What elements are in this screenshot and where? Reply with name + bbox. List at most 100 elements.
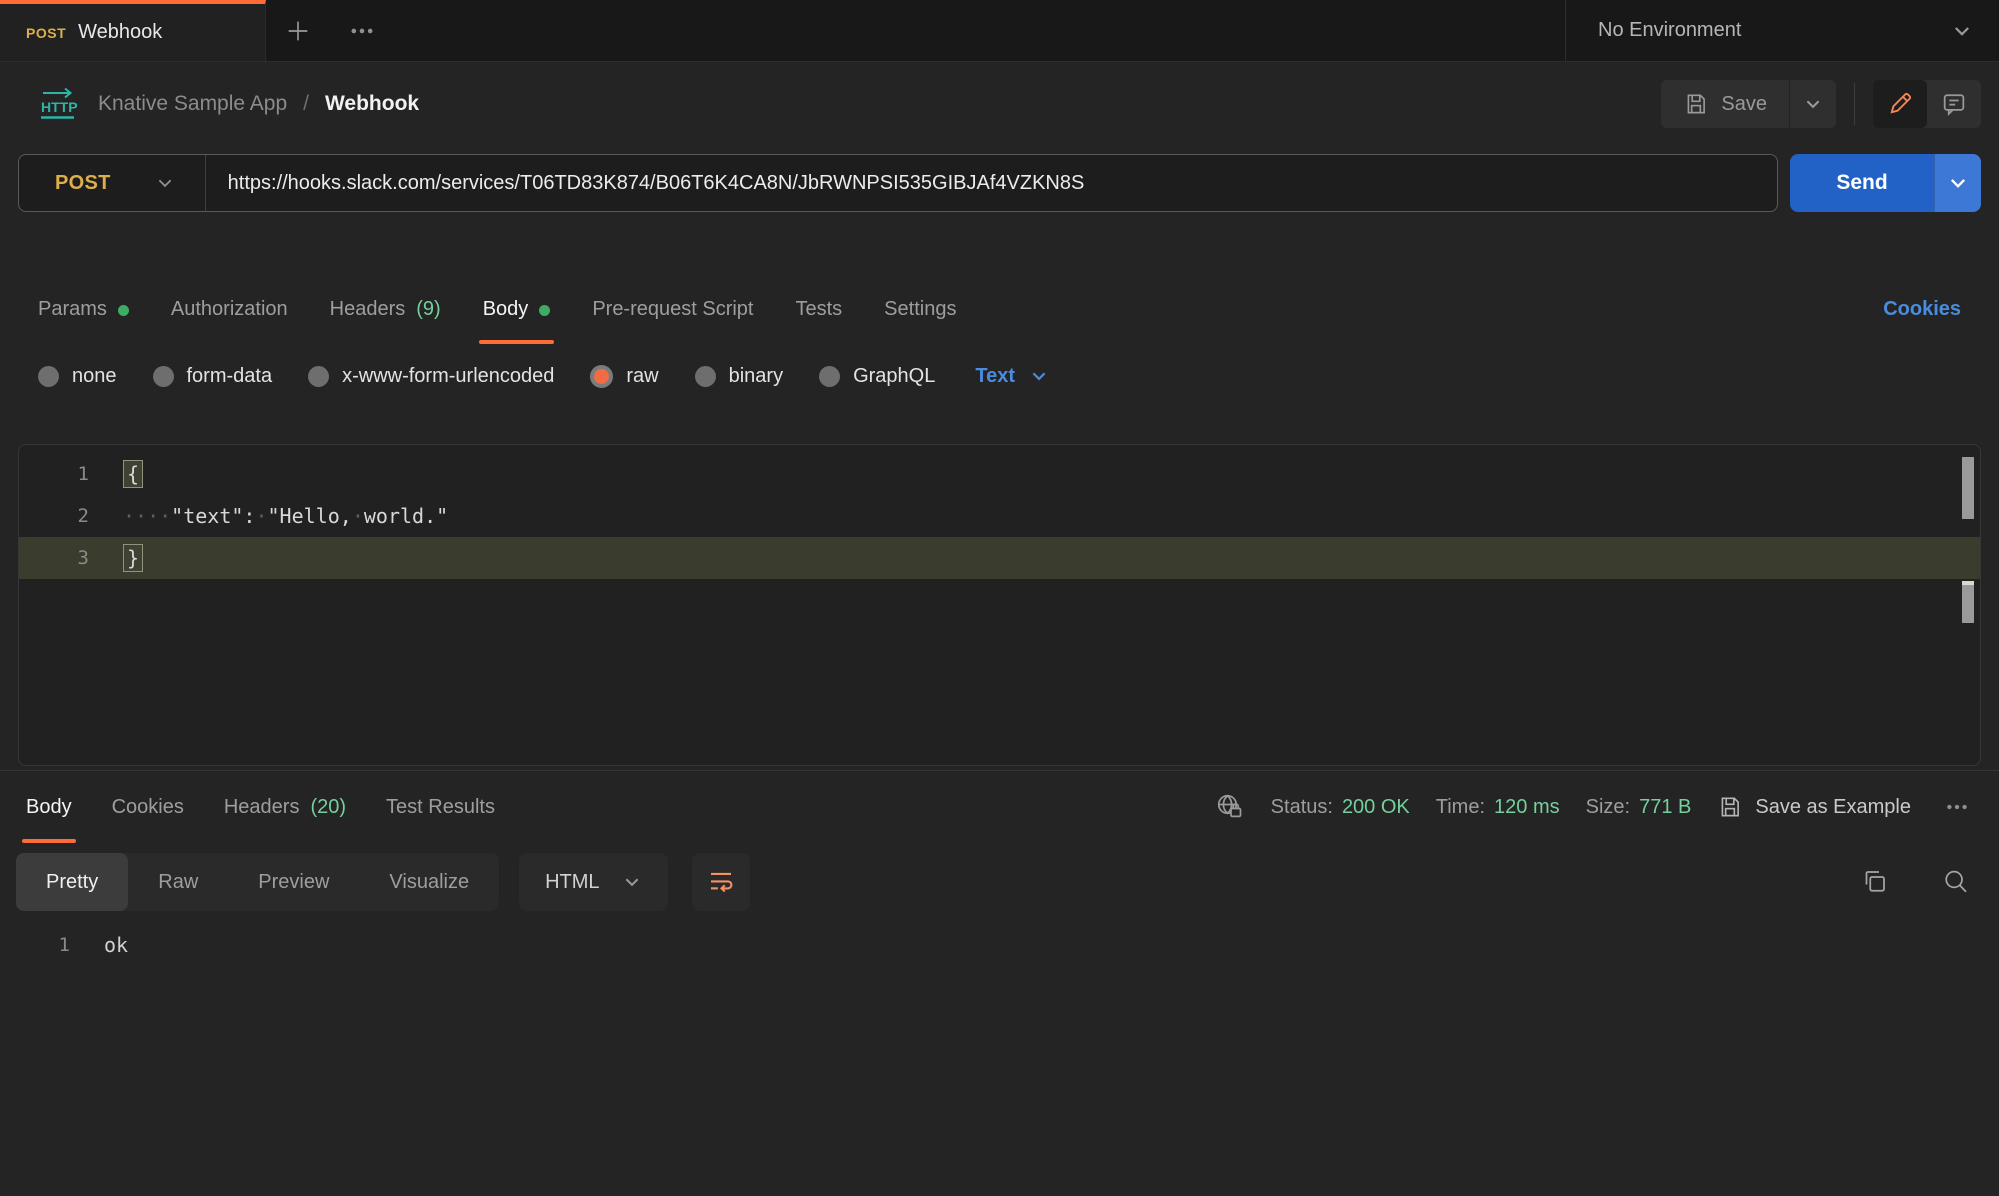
save-options-button[interactable]	[1790, 80, 1836, 128]
view-raw[interactable]: Raw	[128, 853, 228, 911]
header-actions: Save	[1661, 80, 1981, 128]
url-bar: POST	[18, 154, 1778, 212]
size-label: Size:	[1586, 796, 1630, 819]
code-line[interactable]: 2 ····"text":·"Hello,·world."	[19, 495, 1980, 537]
line-number: 1	[19, 463, 89, 485]
tab-label: Body	[483, 298, 529, 321]
response-options-button[interactable]	[1937, 787, 1977, 827]
tab-label: Params	[38, 298, 107, 321]
tab-label: Tests	[795, 298, 842, 321]
body-mode-form-data[interactable]: form-data	[153, 365, 273, 388]
radio-label: x-www-form-urlencoded	[342, 365, 554, 388]
radio-label: GraphQL	[853, 365, 935, 388]
response-section: Body Cookies Headers (20) Test Results	[0, 770, 1999, 965]
request-method-badge: POST	[26, 25, 66, 41]
whitespace-dot: ·	[352, 504, 364, 528]
breadcrumb-collection[interactable]: Knative Sample App	[98, 92, 287, 116]
bracket-highlight: }	[123, 544, 143, 572]
response-format-label: HTML	[545, 871, 599, 894]
search-icon	[1941, 867, 1971, 897]
cookies-link[interactable]: Cookies	[1883, 298, 1961, 321]
response-tab-body[interactable]: Body	[26, 771, 72, 843]
response-time: Time: 120 ms	[1436, 796, 1560, 819]
environment-selector[interactable]: No Environment	[1565, 0, 1999, 61]
copy-response-button[interactable]	[1859, 867, 1889, 897]
body-mode-x-www-form-urlencoded[interactable]: x-www-form-urlencoded	[308, 365, 554, 388]
tab-label: Cookies	[112, 796, 184, 819]
response-tab-cookies[interactable]: Cookies	[112, 771, 184, 843]
body-modified-dot	[539, 305, 550, 316]
http-badge-icon: HTTP	[36, 85, 82, 123]
wrap-text-button[interactable]	[692, 853, 750, 911]
scrollbar-thumb[interactable]	[1962, 457, 1974, 519]
breadcrumb: HTTP Knative Sample App / Webhook	[36, 85, 419, 123]
breadcrumb-separator: /	[303, 92, 309, 116]
response-body[interactable]: 1 ok	[0, 925, 1999, 965]
comment-icon	[1940, 90, 1968, 118]
request-tabs: Params Authorization Headers (9) Body Pr…	[0, 274, 1999, 344]
send-button[interactable]: Send	[1790, 154, 1934, 212]
body-mode-graphql[interactable]: GraphQL	[819, 365, 935, 388]
radio-icon	[819, 366, 840, 387]
tab-pre-request-script[interactable]: Pre-request Script	[592, 274, 753, 344]
radio-selected-icon	[590, 365, 613, 388]
code-line[interactable]: 1 {	[19, 453, 1980, 495]
tab-label: Authorization	[171, 298, 288, 321]
line-number: 1	[0, 934, 70, 956]
breadcrumb-request[interactable]: Webhook	[325, 92, 419, 116]
body-mode-raw[interactable]: raw	[590, 365, 658, 388]
line-number: 3	[19, 547, 89, 569]
tab-tests[interactable]: Tests	[795, 274, 842, 344]
bracket-highlight: {	[123, 460, 143, 488]
tab-headers[interactable]: Headers (9)	[330, 274, 441, 344]
tab-bar: POST Webhook No Environment	[0, 0, 1999, 62]
code-text: world."	[364, 504, 448, 528]
send-options-button[interactable]	[1934, 154, 1981, 212]
url-input[interactable]	[206, 155, 1777, 211]
tab-params[interactable]: Params	[38, 274, 129, 344]
tab-title: Webhook	[78, 21, 162, 44]
save-as-example-button[interactable]: Save as Example	[1717, 794, 1911, 820]
body-mode-none[interactable]: none	[38, 365, 117, 388]
radio-icon	[38, 366, 59, 387]
open-request-tab[interactable]: POST Webhook	[0, 0, 266, 61]
chevron-down-icon	[622, 872, 642, 892]
comments-button[interactable]	[1927, 80, 1981, 128]
status-value: 200 OK	[1342, 796, 1410, 819]
method-label: POST	[55, 172, 111, 195]
response-format-selector[interactable]: HTML	[519, 853, 667, 911]
radio-label: raw	[626, 365, 658, 388]
request-body-editor[interactable]: 1 { 2 ····"text":·"Hello,·world." 3 }	[18, 444, 1981, 766]
time-value: 120 ms	[1494, 796, 1560, 819]
view-pretty[interactable]: Pretty	[16, 853, 128, 911]
tab-options-button[interactable]	[330, 0, 394, 61]
view-visualize[interactable]: Visualize	[359, 853, 499, 911]
editor-scrollbar[interactable]	[1961, 453, 1975, 757]
save-button[interactable]: Save	[1661, 80, 1790, 128]
chevron-down-icon	[1029, 366, 1049, 386]
search-response-button[interactable]	[1941, 867, 1971, 897]
method-selector[interactable]: POST	[19, 155, 205, 211]
save-label: Save	[1721, 93, 1767, 116]
network-globe-lock-icon[interactable]	[1215, 792, 1245, 822]
view-preview[interactable]: Preview	[228, 853, 359, 911]
tab-body[interactable]: Body	[483, 274, 551, 344]
response-tabs: Body Cookies Headers (20) Test Results	[26, 771, 495, 843]
radio-label: none	[72, 365, 117, 388]
tab-authorization[interactable]: Authorization	[171, 274, 288, 344]
time-label: Time:	[1436, 796, 1485, 819]
body-mode-binary[interactable]: binary	[695, 365, 783, 388]
save-icon	[1683, 91, 1709, 117]
response-tab-headers[interactable]: Headers (20)	[224, 771, 346, 843]
code-line-active[interactable]: 3 }	[19, 537, 1980, 579]
response-size: Size: 771 B	[1586, 796, 1692, 819]
whitespace-dot: ·	[255, 504, 267, 528]
new-tab-button[interactable]	[266, 0, 330, 61]
tab-label: Headers	[224, 796, 300, 819]
raw-format-selector[interactable]: Text	[975, 365, 1049, 388]
response-tab-test-results[interactable]: Test Results	[386, 771, 495, 843]
edit-mode-button[interactable]	[1873, 80, 1927, 128]
response-toolbar: Pretty Raw Preview Visualize HTML	[0, 853, 1999, 911]
tab-settings[interactable]: Settings	[884, 274, 956, 344]
chevron-down-icon	[1951, 20, 1973, 42]
